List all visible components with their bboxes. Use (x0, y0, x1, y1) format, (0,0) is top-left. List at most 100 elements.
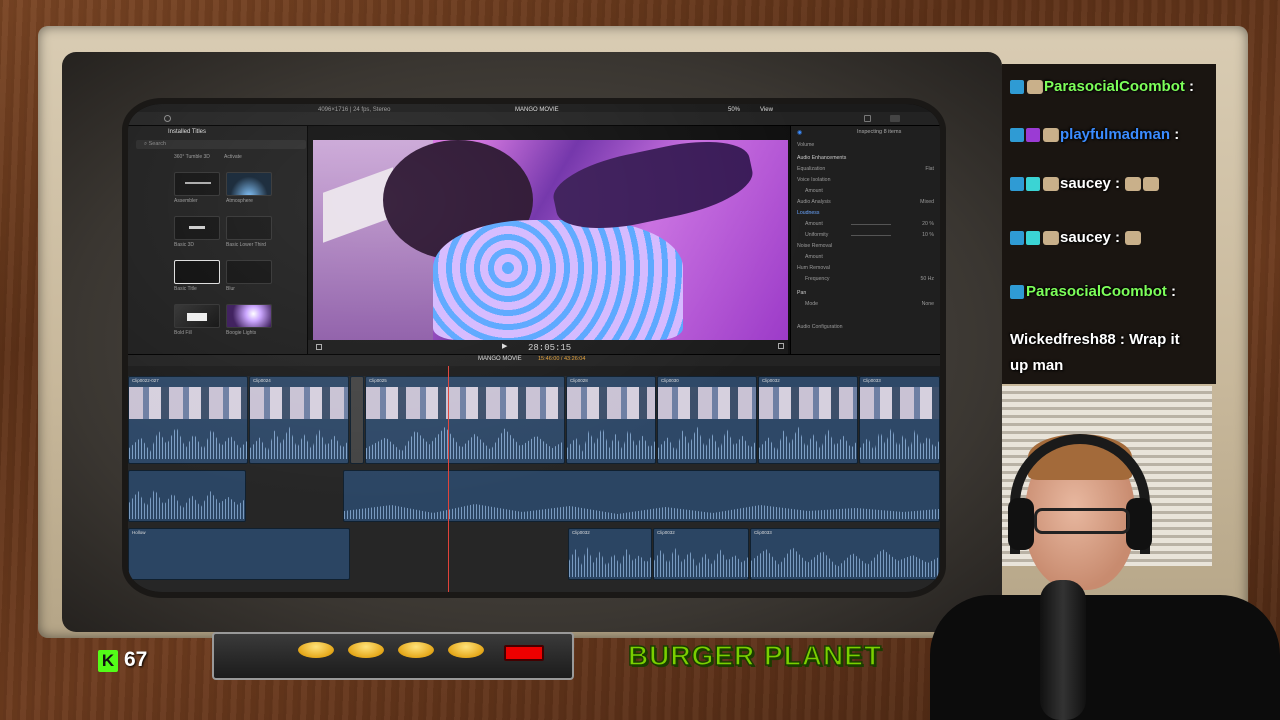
video-clip[interactable]: Clip0033 (859, 376, 940, 464)
sword-badge-icon (1010, 285, 1024, 300)
title-label: Basic Title (174, 286, 197, 292)
clip-label: Clip0030 (661, 378, 679, 383)
uniformity-slider[interactable] (851, 235, 891, 236)
emote-icon (1027, 80, 1043, 95)
inspector-row-label: Amount (805, 221, 823, 227)
checkmark-icon[interactable] (164, 115, 171, 122)
glasses (1034, 508, 1130, 534)
chat-text: : (1115, 175, 1121, 192)
chat-username[interactable]: Wickedfresh88 (1010, 331, 1116, 348)
title-thumb-basic-3d[interactable] (174, 216, 220, 240)
viewer-zoom-select[interactable]: 50% (728, 107, 740, 113)
sword-badge-icon (1010, 80, 1024, 95)
video-frame (313, 140, 788, 340)
chat-text: : (1189, 78, 1195, 95)
chat-username[interactable]: saucey (1060, 175, 1111, 192)
analysis-value: Mixed (920, 199, 934, 205)
inspector-row-label: Mode (805, 301, 818, 307)
headphone-cup (1008, 498, 1034, 550)
video-clip[interactable]: Clip0032 (758, 376, 858, 464)
loudness-amount-value[interactable]: 20 % (922, 221, 934, 227)
audio-clip[interactable]: Clip0032 (568, 528, 652, 580)
inspector-row-label: Pan (797, 290, 807, 296)
inspector-row-label: Audio Configuration (797, 324, 843, 330)
title-label: Atmosphere (226, 198, 253, 204)
title-thumb-boogie-lights[interactable] (226, 304, 272, 328)
title-thumb-basic-title[interactable] (174, 260, 220, 284)
title-label: Activate (224, 154, 242, 160)
video-clip[interactable]: Clip0030 (657, 376, 757, 464)
clip-label: Clip0032 (572, 530, 590, 535)
inspector-row-label: Audio Analysis (797, 199, 831, 205)
playhead[interactable] (448, 366, 449, 592)
title-label: Basic 3D (174, 242, 195, 248)
title-thumb-bold-fill[interactable] (174, 304, 220, 328)
titles-browser: Installed Titles ⌕ Search 360° Tumble 3D… (128, 126, 308, 354)
chat-text: : (1115, 229, 1121, 246)
clip-label: Clip0028 (570, 378, 588, 383)
video-clip[interactable]: Clip0028 (566, 376, 656, 464)
chat-username[interactable]: saucey (1060, 229, 1111, 246)
equalization-select[interactable]: Flat (925, 166, 934, 172)
frequency-select[interactable]: 50 Hz (920, 276, 934, 282)
audio-clip[interactable]: Hollow (128, 528, 350, 580)
title-thumb-blur[interactable] (226, 260, 272, 284)
audio-clip[interactable]: Clip0033 (750, 528, 940, 580)
title-label: Blur (226, 286, 235, 292)
audio-clip[interactable]: Clip0032 (653, 528, 749, 580)
inspector-row-label: Equalization (797, 166, 826, 172)
video-clip[interactable]: Clip0022-027 (128, 376, 248, 464)
chat-message: ParasocialCoombot : (1010, 78, 1194, 95)
layout-icon[interactable] (890, 115, 900, 122)
play-icon[interactable]: ▶ (502, 342, 507, 350)
inspector-row-label: Loudness (797, 210, 820, 216)
title-thumb-atmosphere[interactable] (226, 172, 272, 196)
tv-knob (398, 642, 434, 658)
chat-message: saucey : (1010, 229, 1142, 246)
title-label: 360° Tumble 3D (174, 154, 210, 160)
gem-badge-icon (1026, 177, 1040, 192)
fullscreen-icon[interactable] (778, 343, 784, 349)
emote-icon (1143, 177, 1160, 192)
gap-clip[interactable] (350, 376, 364, 464)
pan-mode-select[interactable]: None (922, 301, 934, 307)
inspector-row-label: Noise Removal (797, 243, 833, 249)
timeline-duration: 15:46:00 / 43:26:04 (538, 356, 586, 362)
title-thumb-assembler[interactable] (174, 172, 220, 196)
search-input[interactable]: ⌕ Search (136, 140, 306, 149)
inspector-row-label: Audio Enhancements (797, 155, 847, 161)
audio-inspector: Inspecting 8 items ◉ Volume Audio Enhanc… (790, 126, 940, 354)
viewer-format: 4096×1716 | 24 fps, Stereo (318, 107, 391, 113)
sword-badge-icon (1010, 177, 1024, 192)
title-label: Bold Fill (174, 330, 192, 336)
chat-message: Wickedfresh88 : Wrap it (1010, 331, 1180, 348)
clip-label: Clip0022-027 (132, 378, 159, 383)
uniformity-value[interactable]: 10 % (922, 232, 934, 238)
timeline-project-name[interactable]: MANGO MOVIE (478, 356, 522, 362)
title-thumb-basic-lower-third[interactable] (226, 216, 272, 240)
share-icon[interactable] (864, 115, 871, 122)
sword-badge-icon (1010, 128, 1024, 143)
inspector-row-label: Amount (805, 188, 823, 194)
chat-username[interactable]: playfulmadman (1060, 126, 1170, 143)
clip-label: Clip0025 (369, 378, 387, 383)
audio-clip[interactable] (128, 470, 246, 522)
crop-icon[interactable] (316, 344, 322, 350)
video-clip[interactable]: Clip0024 (249, 376, 349, 464)
title-label: Boogie Lights (226, 330, 257, 336)
clip-label: Clip0032 (657, 530, 675, 535)
viewer-view-menu[interactable]: View (760, 107, 773, 113)
chat-message: ParasocialCoombot : (1010, 283, 1176, 300)
browser-title[interactable]: Installed Titles (168, 129, 206, 135)
chat-username[interactable]: ParasocialCoombot (1044, 78, 1185, 95)
chat-username[interactable]: ParasocialCoombot (1026, 283, 1167, 300)
timeline-ruler[interactable] (128, 366, 940, 376)
audio-inspector-icon[interactable]: ◉ (797, 129, 802, 136)
loudness-amount-slider[interactable] (851, 224, 891, 225)
inspector-row-label: Voice Isolation (797, 177, 831, 183)
chat-text: : Wrap it (1119, 331, 1180, 348)
tv-knob (348, 642, 384, 658)
video-clip[interactable]: Clip0025 (365, 376, 565, 464)
clip-label: Clip0033 (754, 530, 772, 535)
audio-clip[interactable] (343, 470, 940, 522)
